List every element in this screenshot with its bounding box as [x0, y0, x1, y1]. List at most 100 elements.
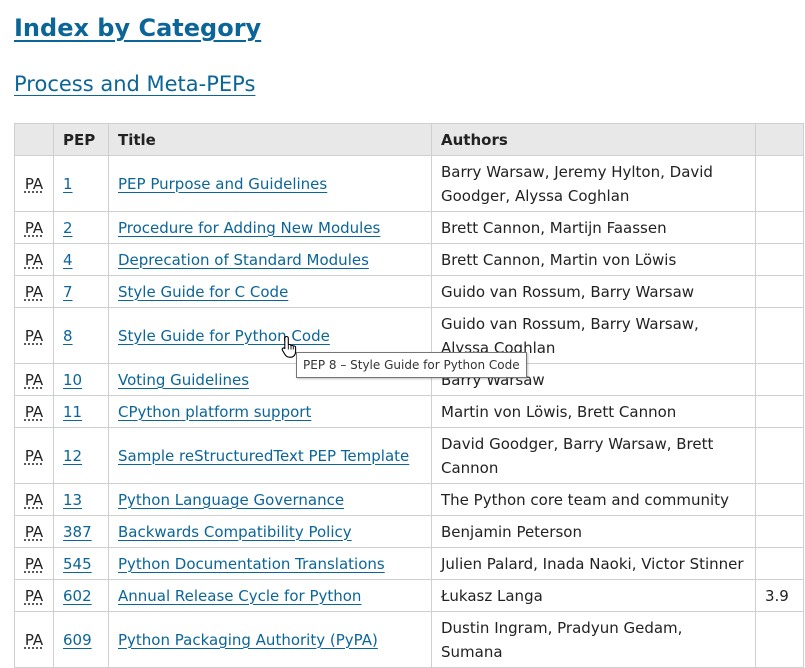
pep-title-cell: CPython platform support: [108, 395, 432, 428]
pep-type-abbr: PA: [24, 218, 44, 237]
pep-type-abbr: PA: [24, 446, 44, 465]
pep-title-cell: Annual Release Cycle for Python: [108, 579, 432, 612]
pep-authors-cell: Dustin Ingram, Pradyun Gedam, Sumana: [431, 611, 756, 668]
pep-authors-cell: David Goodger, Barry Warsaw, Brett Canno…: [431, 427, 756, 484]
pep-authors-cell: Julien Palard, Inada Naoki, Victor Stinn…: [431, 547, 756, 580]
column-header-version: [755, 123, 804, 156]
pep-number-cell: 4: [53, 243, 109, 276]
pep-number-link[interactable]: 1: [63, 175, 73, 193]
pep-type-abbr: PA: [24, 554, 44, 573]
pep-title-link[interactable]: Python Documentation Translations: [118, 555, 385, 573]
pep-type-abbr: PA: [24, 522, 44, 541]
pep-type-cell: PA: [14, 547, 54, 580]
pep-number-cell: 13: [53, 483, 109, 516]
pep-title-link[interactable]: Python Packaging Authority (PyPA): [118, 631, 378, 649]
pep-type-abbr: PA: [24, 402, 44, 421]
pep-number-cell: 12: [53, 427, 109, 484]
section-heading-process-meta-peps[interactable]: Process and Meta-PEPs: [14, 68, 255, 100]
pep-type-abbr: PA: [24, 282, 44, 301]
pep-title-cell: Deprecation of Standard Modules: [108, 243, 432, 276]
pep-type-abbr: PA: [24, 586, 44, 605]
pep-authors-cell: Łukasz Langa: [431, 579, 756, 612]
table-row: PA 387 Backwards Compatibility Policy Be…: [14, 515, 804, 548]
pep-title-link[interactable]: Procedure for Adding New Modules: [118, 219, 380, 237]
pep-number-cell: 11: [53, 395, 109, 428]
pep-number-cell: 8: [53, 307, 109, 364]
pep-title-cell: Procedure for Adding New Modules: [108, 211, 432, 244]
table-row: PA 4 Deprecation of Standard Modules Bre…: [14, 243, 804, 276]
pep-title-cell: PEP Purpose and Guidelines: [108, 155, 432, 212]
pep-title-cell: Backwards Compatibility Policy: [108, 515, 432, 548]
table-row: PA 545 Python Documentation Translations…: [14, 547, 804, 580]
pep-title-link[interactable]: Sample reStructuredText PEP Template: [118, 447, 409, 465]
column-header-title: Title: [108, 123, 432, 156]
pep-type-cell: PA: [14, 483, 54, 516]
pep-type-abbr: PA: [24, 370, 44, 389]
pep-number-cell: 1: [53, 155, 109, 212]
pep-title-link[interactable]: Deprecation of Standard Modules: [118, 251, 369, 269]
pep-version-cell: [755, 363, 804, 396]
pep-type-cell: PA: [14, 307, 54, 364]
pep-title-cell: Sample reStructuredText PEP Template: [108, 427, 432, 484]
table-row: PA 11 CPython platform support Martin vo…: [14, 395, 804, 428]
pep-number-cell: 609: [53, 611, 109, 668]
pep-type-abbr: PA: [24, 250, 44, 269]
table-row: PA 13 Python Language Governance The Pyt…: [14, 483, 804, 516]
pep-number-cell: 602: [53, 579, 109, 612]
table-row: PA 602 Annual Release Cycle for Python Ł…: [14, 579, 804, 612]
pep-number-link[interactable]: 10: [63, 371, 82, 389]
column-header-pep: PEP: [53, 123, 109, 156]
pep-type-cell: PA: [14, 611, 54, 668]
pep-type-abbr: PA: [24, 174, 44, 193]
pep-type-abbr: PA: [24, 326, 44, 345]
pep-version-cell: [755, 483, 804, 516]
pep-number-link[interactable]: 602: [63, 587, 92, 605]
pep-title-cell: Python Language Governance: [108, 483, 432, 516]
pep-title-link[interactable]: CPython platform support: [118, 403, 311, 421]
pep-version-cell: [755, 211, 804, 244]
pep-number-cell: 2: [53, 211, 109, 244]
pep-type-cell: PA: [14, 363, 54, 396]
pep-title-link[interactable]: Python Language Governance: [118, 491, 344, 509]
pep-title-link[interactable]: Style Guide for C Code: [118, 283, 288, 301]
pep-version-cell: [755, 275, 804, 308]
hand-pointer-icon: [281, 335, 297, 358]
pep-title-cell: Style Guide for C Code: [108, 275, 432, 308]
pep-title-link[interactable]: Annual Release Cycle for Python: [118, 587, 361, 605]
pep-number-link[interactable]: 545: [63, 555, 92, 573]
pep-authors-cell: Benjamin Peterson: [431, 515, 756, 548]
pep-type-cell: PA: [14, 155, 54, 212]
pep-number-link[interactable]: 8: [63, 327, 73, 345]
pep-number-link[interactable]: 11: [63, 403, 82, 421]
pep-type-cell: PA: [14, 211, 54, 244]
pep-type-cell: PA: [14, 395, 54, 428]
pep-type-abbr: PA: [24, 630, 44, 649]
pep-type-cell: PA: [14, 243, 54, 276]
pep-version-cell: 3.9: [755, 579, 804, 612]
pep-authors-cell: Martin von Löwis, Brett Cannon: [431, 395, 756, 428]
pep-table: PEP Title Authors PA 1 PEP Purpose and G…: [14, 123, 804, 668]
pep-title-link[interactable]: Backwards Compatibility Policy: [118, 523, 352, 541]
pep-number-link[interactable]: 609: [63, 631, 92, 649]
link-tooltip: PEP 8 – Style Guide for Python Code: [296, 352, 527, 378]
pep-number-cell: 387: [53, 515, 109, 548]
pep-version-cell: [755, 515, 804, 548]
pep-number-link[interactable]: 4: [63, 251, 73, 269]
pep-title-link[interactable]: PEP Purpose and Guidelines: [118, 175, 327, 193]
pep-version-cell: [755, 547, 804, 580]
pep-number-link[interactable]: 387: [63, 523, 92, 541]
pep-number-link[interactable]: 7: [63, 283, 73, 301]
table-header-row: PEP Title Authors: [14, 123, 804, 156]
pep-number-link[interactable]: 13: [63, 491, 82, 509]
pep-number-link[interactable]: 12: [63, 447, 82, 465]
pep-authors-cell: Guido van Rossum, Barry Warsaw: [431, 275, 756, 308]
pep-authors-cell: The Python core team and community: [431, 483, 756, 516]
pep-type-cell: PA: [14, 427, 54, 484]
column-header-type: [14, 123, 54, 156]
pep-version-cell: [755, 427, 804, 484]
pep-title-link[interactable]: Voting Guidelines: [118, 371, 249, 389]
pep-title-cell: Python Packaging Authority (PyPA): [108, 611, 432, 668]
pep-number-cell: 7: [53, 275, 109, 308]
pep-number-link[interactable]: 2: [63, 219, 73, 237]
pep-version-cell: [755, 307, 804, 364]
